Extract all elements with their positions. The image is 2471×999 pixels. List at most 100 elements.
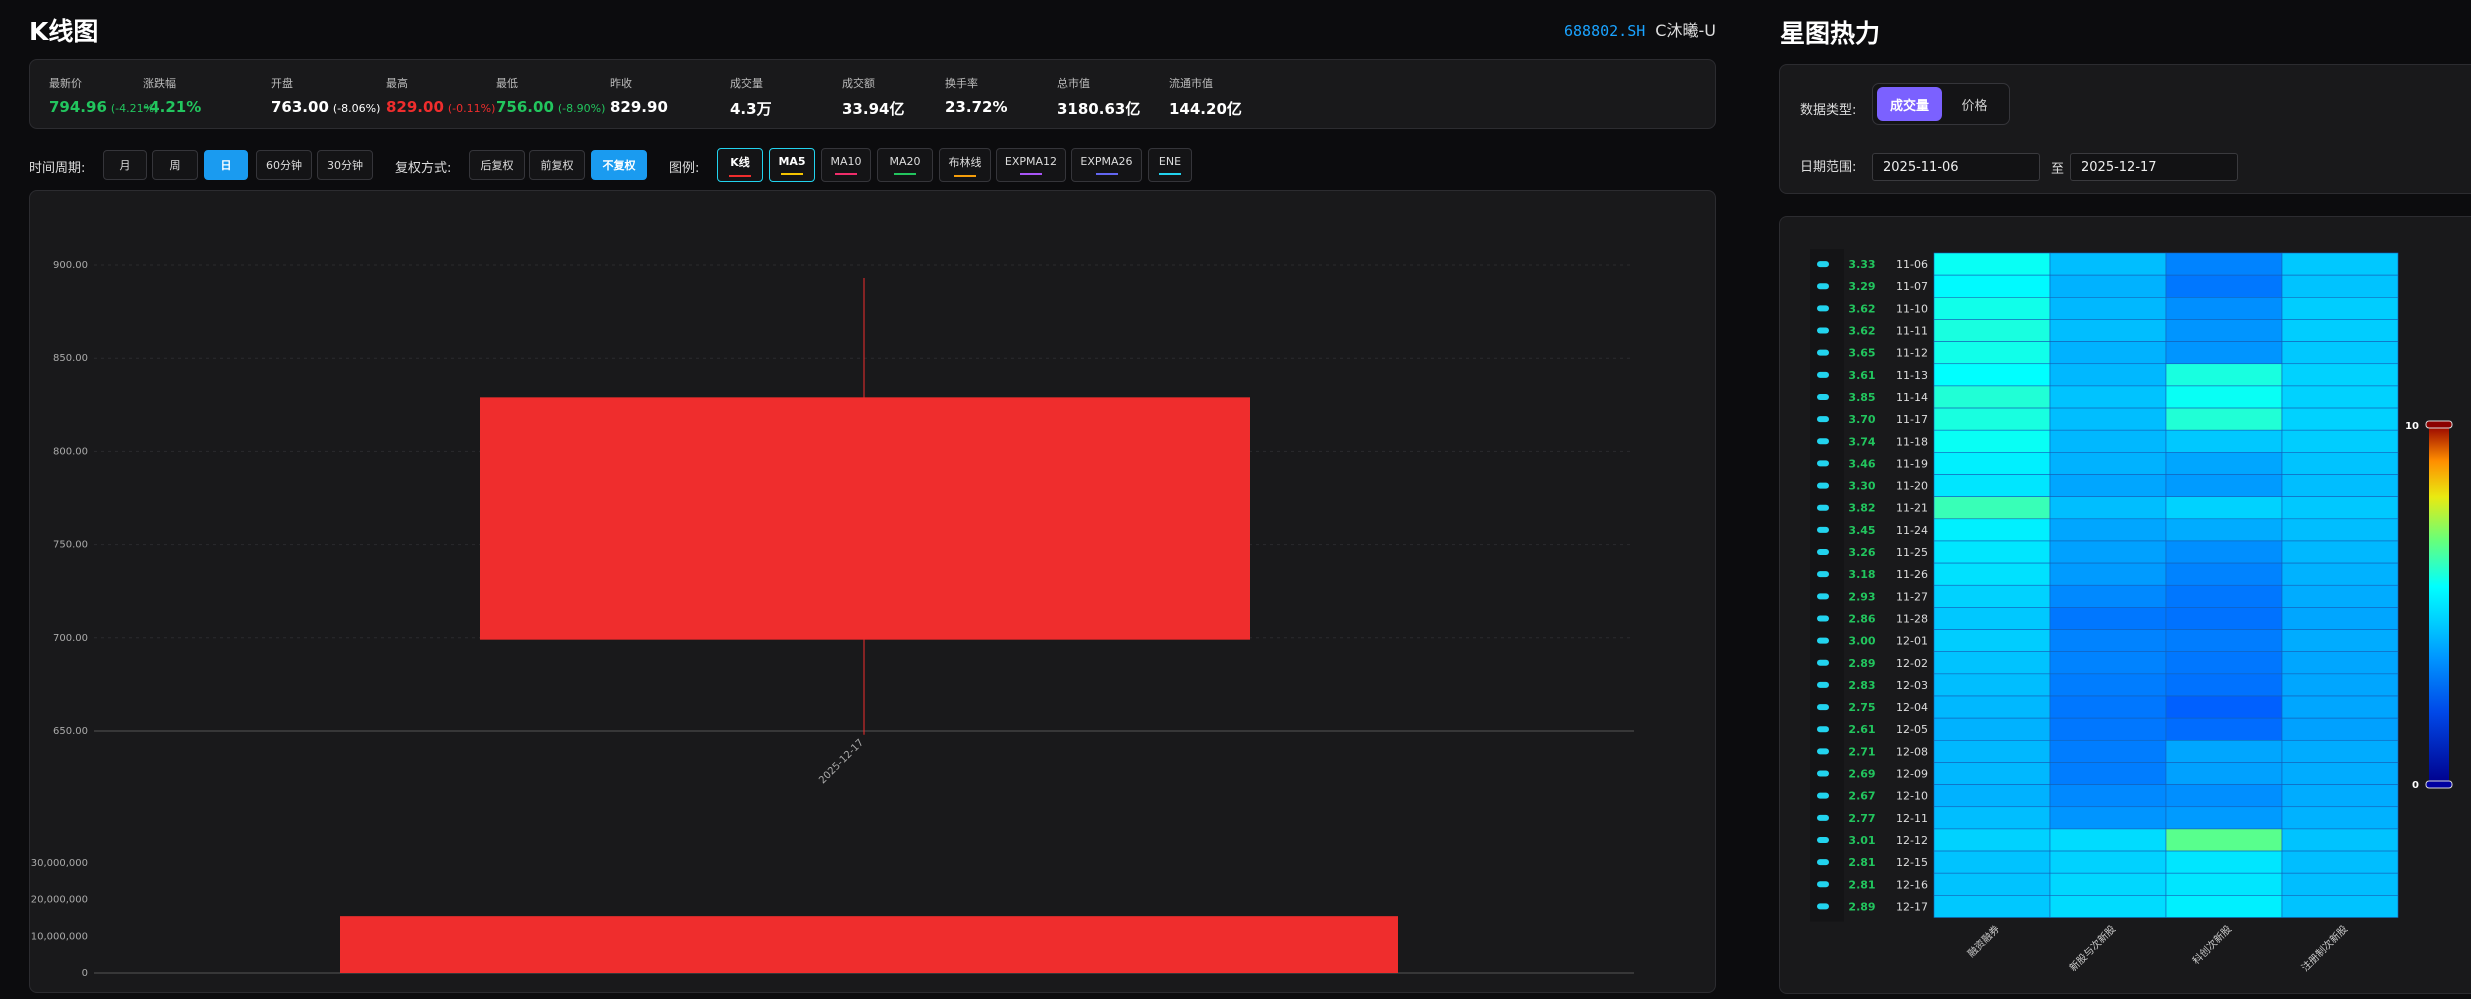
adjust-button-0[interactable]: 后复权 bbox=[469, 150, 525, 180]
heatmap-cell bbox=[1933, 407, 2051, 431]
period-button-4[interactable]: 30分钟 bbox=[317, 150, 373, 180]
heatmap-cell bbox=[2165, 452, 2283, 475]
legend-toggle-7[interactable]: ENE bbox=[1148, 148, 1192, 182]
data-type-option-0[interactable]: 成交量 bbox=[1877, 87, 1942, 121]
row-value: 3.74 bbox=[1848, 435, 1875, 448]
heatmap-cell bbox=[1933, 518, 2051, 542]
row-marker bbox=[1817, 571, 1829, 578]
heatmap-controls-panel: 数据类型: 成交量价格 日期范围: 至 bbox=[1779, 64, 2471, 194]
row-date: 11-24 bbox=[1896, 524, 1928, 537]
heatmap-cell bbox=[2165, 739, 2283, 763]
stat-label: 总市值 bbox=[1057, 77, 1090, 90]
stat-label: 最低 bbox=[496, 77, 518, 90]
legend-toggle-2[interactable]: MA10 bbox=[821, 148, 871, 182]
volume-y-tick-label: 20,000,000 bbox=[31, 895, 88, 906]
row-date: 11-14 bbox=[1896, 391, 1928, 404]
row-marker bbox=[1817, 637, 1829, 644]
heatmap-cell bbox=[2165, 562, 2283, 586]
row-value: 3.82 bbox=[1848, 502, 1875, 515]
stat-value-wrap: 33.94亿 bbox=[842, 98, 904, 119]
stat-value-wrap: 829.90 bbox=[610, 98, 668, 116]
legend-toggle-4[interactable]: 布林线 bbox=[939, 148, 991, 182]
y-tick-label: 900.00 bbox=[53, 260, 88, 271]
heatmap-panel: 3.33 11-06 3.29 11-07 3.62 11-10 3.62 11-11 3.65… bbox=[1779, 216, 2471, 994]
row-value: 2.89 bbox=[1848, 900, 1875, 913]
stat-5: 昨收 829.90 bbox=[610, 75, 668, 116]
legend-swatch bbox=[954, 174, 976, 177]
row-marker bbox=[1817, 681, 1829, 688]
row-date: 11-26 bbox=[1896, 568, 1928, 581]
row-value: 2.61 bbox=[1848, 723, 1875, 736]
heatmap-cell bbox=[2165, 806, 2283, 830]
heatmap-cell bbox=[2165, 762, 2283, 785]
heatmap-cell bbox=[2049, 496, 2167, 520]
stat-label: 最高 bbox=[386, 77, 408, 90]
date-from-input[interactable] bbox=[1872, 153, 2040, 181]
heatmap-cell bbox=[2165, 629, 2283, 652]
heatmap-cell bbox=[1933, 607, 2051, 630]
date-to-input[interactable] bbox=[2070, 153, 2238, 181]
legend-toggle-6[interactable]: EXPMA26 bbox=[1071, 148, 1142, 182]
row-value: 3.46 bbox=[1848, 457, 1875, 470]
data-type-option-1[interactable]: 价格 bbox=[1943, 87, 2006, 121]
period-button-1[interactable]: 周 bbox=[152, 150, 198, 180]
heatmap-cell bbox=[2281, 407, 2399, 431]
row-marker bbox=[1817, 792, 1829, 799]
row-date: 12-02 bbox=[1896, 657, 1928, 670]
heatmap-cell bbox=[2049, 252, 2167, 276]
heatmap-cell bbox=[2281, 363, 2399, 387]
adjust-button-2[interactable]: 不复权 bbox=[591, 150, 647, 180]
heatmap-cell bbox=[1933, 319, 2051, 342]
heatmap-cell bbox=[2281, 673, 2399, 697]
row-marker bbox=[1817, 283, 1829, 290]
heatmap-cell bbox=[2049, 407, 2167, 431]
legend-toggle-1[interactable]: MA5 bbox=[769, 148, 815, 182]
period-button-3[interactable]: 60分钟 bbox=[256, 150, 312, 180]
heatmap-cell bbox=[1933, 895, 2051, 918]
row-value: 3.61 bbox=[1848, 369, 1875, 382]
heatmap-title: 星图热力 bbox=[1780, 19, 1881, 48]
stat-value: 33.94亿 bbox=[842, 100, 905, 118]
row-date: 12-04 bbox=[1896, 701, 1928, 714]
stat-label: 成交量 bbox=[730, 77, 763, 90]
heatmap-cell bbox=[1933, 629, 2051, 652]
row-marker bbox=[1817, 438, 1829, 445]
row-value: 3.26 bbox=[1848, 546, 1875, 559]
row-value: 2.77 bbox=[1848, 812, 1875, 825]
stat-value-wrap: 763.00 (-8.06%) bbox=[271, 98, 380, 116]
heatmap-cell bbox=[2281, 872, 2399, 896]
adjust-button-1[interactable]: 前复权 bbox=[529, 150, 585, 180]
heatmap-cell bbox=[2049, 274, 2167, 298]
column-label: 新股与次新股 bbox=[2067, 922, 2119, 974]
legend-toggle-3[interactable]: MA20 bbox=[877, 148, 933, 182]
heatmap-cell bbox=[2165, 784, 2283, 808]
row-date: 12-10 bbox=[1896, 790, 1928, 803]
legend-toggle-0[interactable]: K线 bbox=[717, 148, 763, 182]
heatmap-cell bbox=[2049, 562, 2167, 586]
heatmap-cell bbox=[1933, 739, 2051, 763]
heatmap-cell bbox=[2281, 739, 2399, 763]
row-date: 11-18 bbox=[1896, 435, 1928, 448]
heatmap-cell bbox=[2049, 872, 2167, 896]
heatmap-cell bbox=[2049, 474, 2167, 497]
row-value: 3.65 bbox=[1848, 347, 1875, 360]
heatmap-cell bbox=[1933, 429, 2051, 453]
heatmap-cell bbox=[2165, 363, 2283, 387]
heatmap-cell bbox=[1933, 584, 2051, 608]
stat-value: 144.20亿 bbox=[1169, 100, 1242, 118]
heatmap-cell bbox=[2281, 762, 2399, 785]
heatmap-cell bbox=[2165, 297, 2283, 320]
period-button-0[interactable]: 月 bbox=[103, 150, 147, 180]
kline-chart-panel: 900.00 850.00 800.00 750.00 700.00 650.00 2025… bbox=[29, 190, 1716, 993]
row-value: 2.89 bbox=[1848, 657, 1875, 670]
heatmap-cell bbox=[2165, 252, 2283, 276]
heatmap-chart[interactable]: 3.33 11-06 3.29 11-07 3.62 11-10 3.62 11-11 3.65… bbox=[1780, 217, 2471, 995]
legend-swatch bbox=[835, 173, 857, 175]
kline-chart[interactable]: 900.00 850.00 800.00 750.00 700.00 650.00 2025… bbox=[30, 191, 1717, 994]
period-button-2[interactable]: 日 bbox=[204, 150, 248, 180]
row-value: 2.83 bbox=[1848, 679, 1875, 692]
stat-value: 23.72% bbox=[945, 98, 1008, 116]
legend-toggle-5[interactable]: EXPMA12 bbox=[996, 148, 1066, 182]
heatmap-cell bbox=[2281, 695, 2399, 719]
row-value: 2.71 bbox=[1848, 745, 1875, 758]
